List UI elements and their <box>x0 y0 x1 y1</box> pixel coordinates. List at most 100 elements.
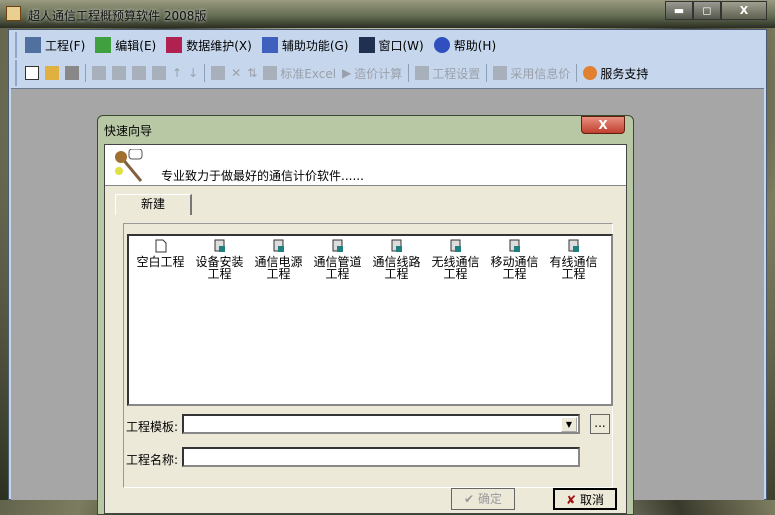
project-type-item[interactable]: 有线通信 工程 <box>544 239 603 280</box>
title-bar: 超人通信工程概预算软件 2008版 ▬ ◻ X <box>0 0 775 28</box>
window-title: 超人通信工程概预算软件 2008版 <box>28 9 207 23</box>
info-price-button[interactable]: 采用信息价 <box>493 65 570 82</box>
paste-icon <box>152 66 166 80</box>
new-file-icon <box>25 66 39 80</box>
delete-icon: ✕ <box>231 66 242 80</box>
tab-panel: 空白工程 设备安装 工程 通信电源 工程 通信管道 工程 通信线路 工程 无线通信 工程 移动通信 工程… <box>123 223 613 488</box>
undo-button[interactable] <box>92 66 106 80</box>
support-person-icon <box>583 66 598 80</box>
item-label-2: 工程 <box>207 267 232 281</box>
separator <box>204 64 206 82</box>
calc-label: 造价计算 <box>354 66 403 81</box>
separator <box>408 64 410 82</box>
project-icon <box>25 37 41 53</box>
toolbar: ↑ ↓ ✕ ⇅ 标准Excel ▶ 造价计算 工程设置 采用信息价 服务支持 <box>15 60 760 86</box>
undo-icon <box>92 66 106 80</box>
help-icon <box>433 37 450 53</box>
menu-data-maintenance[interactable]: 数据维护(X) <box>166 37 252 54</box>
edit-icon <box>95 37 112 53</box>
template-document-icon <box>332 239 343 252</box>
open-button[interactable] <box>45 66 59 80</box>
price-label: 采用信息价 <box>510 66 571 81</box>
project-type-item[interactable]: 设备安装 工程 <box>190 239 249 280</box>
project-name-input[interactable] <box>182 447 580 467</box>
project-type-item[interactable]: 通信线路 工程 <box>367 239 426 280</box>
excel-icon <box>263 66 278 80</box>
item-label-2: 工程 <box>325 267 350 281</box>
data-maintenance-icon <box>166 37 183 53</box>
x-icon: ✘ <box>566 493 577 507</box>
ok-label: 确定 <box>477 492 502 506</box>
dialog-close-button[interactable]: X <box>581 116 625 134</box>
save-icon <box>65 66 79 80</box>
menu-window[interactable]: 窗口(W) <box>358 37 424 54</box>
copy-icon <box>132 66 146 80</box>
project-settings-button[interactable]: 工程设置 <box>415 65 480 82</box>
save-button[interactable] <box>65 66 79 80</box>
project-type-item[interactable]: 通信电源 工程 <box>249 239 308 280</box>
item-label-2: 工程 <box>443 267 468 281</box>
menu-label: 窗口(W) <box>378 38 424 53</box>
dialog-title: 快速向导 <box>104 124 153 138</box>
paste-button[interactable] <box>152 66 166 80</box>
template-document-icon <box>391 239 402 252</box>
project-type-item[interactable]: 移动通信 工程 <box>485 239 544 280</box>
template-document-icon <box>509 239 520 252</box>
menu-utility[interactable]: 辅助功能(G) <box>261 37 349 54</box>
utility-icon <box>261 37 278 53</box>
template-label: 工程模板: <box>126 420 179 434</box>
name-label: 工程名称: <box>126 453 179 467</box>
new-button[interactable] <box>25 66 39 80</box>
menu-label: 工程(F) <box>45 38 86 53</box>
item-label-2: 工程 <box>266 267 291 281</box>
cancel-label: 取消 <box>579 493 604 507</box>
copy-button[interactable] <box>132 66 146 80</box>
quick-wizard-dialog: 快速向导 X 专业致力于做最好的通信计价软件...... 新建 空白工程 设备安装… <box>97 115 634 515</box>
delete-button[interactable]: ✕ <box>231 66 241 80</box>
sort-icon: ⇅ <box>247 66 258 80</box>
template-select[interactable]: ▼ <box>182 414 580 434</box>
arrow-down-icon: ↓ <box>188 66 199 80</box>
support-button[interactable]: 服务支持 <box>583 65 648 82</box>
move-up-button[interactable]: ↑ <box>172 66 182 80</box>
calculate-button[interactable]: ▶ 造价计算 <box>342 65 402 82</box>
project-type-list[interactable]: 空白工程 设备安装 工程 通信电源 工程 通信管道 工程 通信线路 工程 无线通信 工程 移动通信 工程… <box>127 234 613 406</box>
cancel-button[interactable]: ✘ 取消 <box>553 488 617 510</box>
menu-help[interactable]: 帮助(H) <box>433 37 496 54</box>
project-type-item[interactable]: 空白工程 <box>131 239 190 280</box>
chevron-down-icon[interactable]: ▼ <box>561 417 577 432</box>
cut-button[interactable] <box>112 66 126 80</box>
item-label-2: 工程 <box>561 267 586 281</box>
item-label-2: 工程 <box>384 267 409 281</box>
browse-button[interactable]: ... <box>590 414 610 434</box>
banner: 专业致力于做最好的通信计价软件...... <box>105 145 626 186</box>
excel-button[interactable]: 标准Excel <box>263 65 336 82</box>
ok-button[interactable]: ✔ 确定 <box>451 488 515 510</box>
menu-label: 编辑(E) <box>115 38 157 53</box>
separator <box>85 64 86 82</box>
window-icon <box>358 37 375 53</box>
settings-icon <box>415 66 430 80</box>
move-down-button[interactable]: ↓ <box>188 66 198 80</box>
close-button[interactable]: X <box>721 1 767 20</box>
app-icon <box>6 6 21 21</box>
support-label: 服务支持 <box>600 66 649 81</box>
menu-edit[interactable]: 编辑(E) <box>95 37 156 54</box>
item-label-2: 工程 <box>502 267 527 281</box>
menu-label: 数据维护(X) <box>186 38 252 53</box>
menu-project[interactable]: 工程(F) <box>25 37 85 54</box>
item-label: 空白工程 <box>136 255 185 269</box>
insert-button[interactable] <box>211 66 226 80</box>
project-type-item[interactable]: 通信管道 工程 <box>308 239 367 280</box>
maximize-button[interactable]: ◻ <box>693 1 721 20</box>
settings-label: 工程设置 <box>432 66 481 81</box>
project-type-item[interactable]: 无线通信 工程 <box>426 239 485 280</box>
template-document-icon <box>214 239 225 252</box>
tab-new[interactable]: 新建 <box>115 194 192 215</box>
template-document-icon <box>273 239 284 252</box>
minimize-button[interactable]: ▬ <box>665 1 693 20</box>
sort-button[interactable]: ⇅ <box>247 66 257 80</box>
menu-bar: 工程(F) 编辑(E) 数据维护(X) 辅助功能(G) 窗口(W) 帮助(H) <box>15 32 496 58</box>
template-document-icon <box>450 239 461 252</box>
info-price-icon <box>493 66 508 80</box>
